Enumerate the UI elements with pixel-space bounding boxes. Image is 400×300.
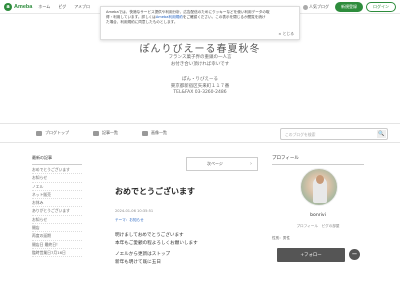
- profile-links[interactable]: プロフィール ピグの部屋: [272, 224, 364, 229]
- login-button[interactable]: ログイン: [366, 2, 396, 12]
- cookie-close-button[interactable]: × とじる: [278, 31, 294, 36]
- ameba-logo[interactable]: a Ameba: [4, 2, 33, 11]
- profile-gender: 性別：男性: [272, 236, 290, 240]
- popular-blog-label: 人気ブログ: [309, 4, 329, 9]
- article-title[interactable]: おめでとうございます: [115, 186, 195, 197]
- chevron-right-icon: ›: [250, 161, 252, 167]
- list-item[interactable]: 再度の延期: [32, 232, 82, 241]
- recent-articles-heading: 最新の記事: [32, 155, 82, 165]
- list-item[interactable]: ネット販売: [32, 191, 82, 200]
- blog-search-input[interactable]: このブログを検索 🔍: [280, 128, 388, 140]
- list-item[interactable]: お知らせ: [32, 174, 82, 183]
- article-body: 明けましておめでとうございます 本年もご愛顧の程よろしくお願いします ノエルから…: [115, 233, 198, 265]
- blog-menu: ブログトップ 記事一覧 画像一覧 このブログを検索 🔍: [0, 123, 400, 143]
- profile-name[interactable]: bonrivi: [272, 213, 364, 218]
- collapse-button[interactable]: −: [349, 249, 360, 260]
- menu-article-list[interactable]: 記事一覧: [93, 130, 118, 136]
- ameba-logo-text: Ameba: [14, 3, 33, 10]
- search-icon[interactable]: 🔍: [377, 130, 386, 138]
- next-page-button[interactable]: 次ページ ›: [186, 157, 258, 171]
- user-icon: [302, 4, 308, 10]
- cookie-notice: Amebaでは、快適なサービス提供や利用分析、広告配信のためにクッキーなどを使い…: [100, 6, 300, 40]
- avatar[interactable]: [300, 168, 338, 206]
- list-item[interactable]: ありがとうございます: [32, 207, 82, 216]
- nav-home[interactable]: ホーム: [38, 4, 50, 10]
- nav-ameblo[interactable]: アメブロ: [74, 4, 90, 10]
- blog-description: フランス菓子界の重鎮の一人言 お付き合い頂ければ幸いです: [168, 55, 232, 67]
- home-icon: [36, 130, 42, 136]
- list-item[interactable]: ノエル: [32, 183, 82, 191]
- list-item[interactable]: 開店日 最終日！: [32, 241, 82, 249]
- menu-image-list[interactable]: 画像一覧: [142, 130, 167, 136]
- article-theme[interactable]: テーマ：お知らせ: [115, 218, 144, 223]
- global-nav: ホーム ピグ アメブロ: [38, 4, 98, 10]
- menu-blog-top[interactable]: ブログトップ: [36, 130, 69, 136]
- ameba-logo-icon: a: [4, 2, 12, 11]
- popular-blog-link[interactable]: 人気ブログ: [302, 4, 329, 10]
- image-icon: [142, 130, 148, 136]
- terms-link[interactable]: Ameba利用規約: [156, 15, 183, 19]
- list-item[interactable]: お休み: [32, 199, 82, 208]
- cookie-text-3: た場合、利用規約に同意したものとします。: [106, 20, 178, 25]
- blog-address: ぽん・りびえーる 東京都新宿区矢来町１１７番 TEL&FAX 03-3260-2…: [170, 77, 230, 95]
- recent-articles: 最新の記事 おめでとうございます お知らせ ノエル ネット販売 お休み ありがと…: [32, 155, 82, 258]
- blog-title[interactable]: ぽんりびえーる春夏秋冬: [0, 40, 400, 55]
- nav-pigg[interactable]: ピグ: [58, 4, 66, 10]
- list-item[interactable]: お知らせ: [32, 216, 82, 225]
- list-item[interactable]: おめでとうございます: [32, 166, 82, 175]
- profile-heading: プロフィール: [272, 155, 364, 165]
- list-item[interactable]: 臨時営業日7月16日: [32, 249, 82, 258]
- follow-button[interactable]: +フォロー: [277, 248, 345, 262]
- account-actions: 人気ブログ 新規登録 ログイン: [302, 2, 396, 12]
- register-button[interactable]: 新規登録: [335, 2, 363, 12]
- article-date: 2024-01-06 10:35:51: [115, 209, 154, 213]
- list-item[interactable]: 開店: [32, 224, 82, 233]
- list-icon: [93, 130, 99, 136]
